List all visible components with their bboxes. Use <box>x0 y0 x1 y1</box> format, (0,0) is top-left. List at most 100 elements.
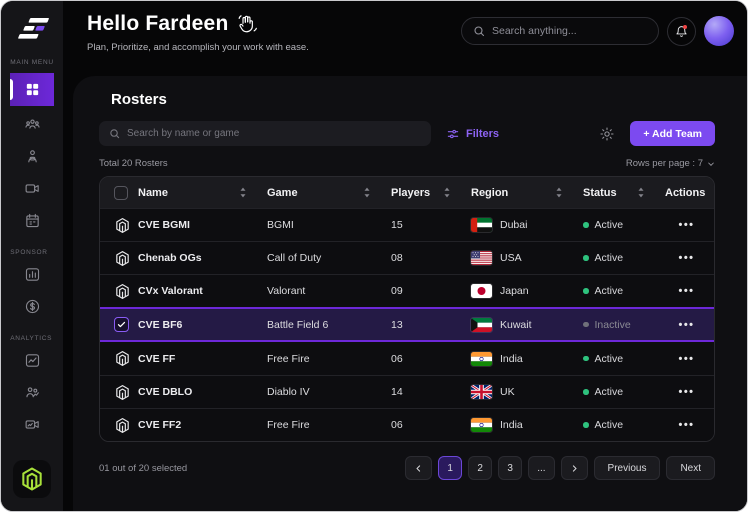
column-label: Region <box>471 186 509 199</box>
column-header-players[interactable]: Players <box>391 187 471 199</box>
column-header-name[interactable]: Name <box>138 187 267 199</box>
app-window: MAIN MENU SPONSOR ANALYTICS Hello Fardeen <box>0 0 748 512</box>
sidebar-item-media-analytics[interactable] <box>10 411 54 438</box>
teams-icon <box>24 116 41 133</box>
page-3[interactable]: 3 <box>498 456 523 480</box>
settings-button[interactable] <box>599 126 615 142</box>
next-button[interactable]: Next <box>666 456 715 480</box>
players-count: 06 <box>391 352 403 365</box>
game-name: BGMI <box>267 219 294 231</box>
table-row[interactable]: CVE FF2 Free Fire 06 India Active ••• <box>100 408 714 441</box>
global-search[interactable] <box>461 17 659 45</box>
row-actions-menu-icon[interactable]: ••• <box>678 285 694 297</box>
region-name: Dubai <box>500 219 528 231</box>
row-lead <box>114 217 138 234</box>
region-name: Japan <box>500 285 529 297</box>
wave-hand-icon <box>237 14 258 34</box>
gear-icon <box>599 126 615 142</box>
sort-icon[interactable] <box>637 187 645 198</box>
sidebar-item-sponsor-stats[interactable] <box>10 261 54 288</box>
team-shield-icon <box>114 250 138 267</box>
notifications-button[interactable] <box>667 16 696 46</box>
sidebar-item-players[interactable] <box>10 143 54 170</box>
table-row[interactable]: CVE BF6 Battle Field 6 13 Kuwait Inactiv… <box>100 307 714 342</box>
pagination: 1 2 3... Previous Next <box>405 456 715 480</box>
actions-cell: ••• <box>665 419 714 431</box>
row-actions-menu-icon[interactable]: ••• <box>678 252 694 264</box>
row-lead <box>114 417 138 434</box>
row-actions-menu-icon[interactable]: ••• <box>678 353 694 365</box>
region-cell: USA <box>471 251 583 265</box>
region-name: USA <box>500 252 522 264</box>
flag-icon-usa <box>471 251 492 265</box>
page-ellipsis[interactable]: ... <box>528 456 555 480</box>
page-next-arrow[interactable] <box>560 456 588 480</box>
table-row[interactable]: CVE FF Free Fire 06 India Active ••• <box>100 342 714 375</box>
team-name: CVE BGMI <box>138 219 267 231</box>
row-actions-menu-icon[interactable]: ••• <box>678 219 694 231</box>
sidebar-item-team-analytics[interactable] <box>10 379 54 406</box>
app-logo-icon[interactable] <box>14 14 50 44</box>
sidebar-item-earnings[interactable] <box>10 293 54 320</box>
region-name: Kuwait <box>500 318 532 331</box>
team-brand-tile[interactable] <box>13 460 51 498</box>
chevron-down-icon <box>707 160 715 168</box>
region-cell: UK <box>471 385 583 399</box>
sort-icon[interactable] <box>555 187 563 198</box>
chevron-left-icon <box>414 464 423 473</box>
sidebar-item-media[interactable] <box>10 175 54 202</box>
roster-search-input[interactable] <box>127 128 421 139</box>
global-search-input[interactable] <box>492 25 647 37</box>
sort-icon[interactable] <box>239 187 247 198</box>
actions-cell: ••• <box>665 219 714 231</box>
row-actions-menu-icon[interactable]: ••• <box>678 386 694 398</box>
sidebar-item-teams[interactable] <box>10 111 54 138</box>
players-count: 15 <box>391 219 403 231</box>
column-header-status[interactable]: Status <box>583 187 665 199</box>
bar-chart-icon <box>24 266 41 283</box>
status-badge: Active <box>583 285 665 297</box>
row-actions-menu-icon[interactable]: ••• <box>678 419 694 431</box>
column-header-game[interactable]: Game <box>267 187 391 199</box>
search-icon <box>473 25 485 37</box>
status-label: Active <box>594 252 624 264</box>
flag-icon-india <box>471 418 492 432</box>
region-cell: India <box>471 418 583 432</box>
greeting-block: Hello Fardeen Plan, Prioritize, and acco… <box>87 12 309 53</box>
sort-icon[interactable] <box>443 187 451 198</box>
status-dot <box>583 288 589 294</box>
sidebar-section-label: MAIN MENU <box>10 59 54 66</box>
page-1[interactable]: 1 <box>438 456 463 480</box>
team-name-text: Chenab OGs <box>138 252 202 264</box>
status-dot <box>583 255 589 261</box>
filters-button[interactable]: Filters <box>446 127 499 141</box>
table-row[interactable]: CVE BGMI BGMI 15 Dubai Active ••• <box>100 208 714 241</box>
table-row[interactable]: Chenab OGs Call of Duty 08 USA Active ••… <box>100 241 714 274</box>
sidebar-item-schedule[interactable] <box>10 207 54 234</box>
add-team-button[interactable]: + Add Team <box>630 121 715 146</box>
region-name: India <box>500 419 523 431</box>
status-dot <box>583 389 589 395</box>
page-2[interactable]: 2 <box>468 456 493 480</box>
previous-button[interactable]: Previous <box>593 456 661 480</box>
rosters-toolbar: Filters + Add Team <box>99 121 715 146</box>
status-label: Active <box>594 419 624 431</box>
row-lead <box>114 283 138 300</box>
team-shield-icon <box>114 217 138 234</box>
sidebar-item-dashboard[interactable] <box>10 73 54 106</box>
filters-sliders-icon <box>446 127 460 141</box>
sidebar-item-performance[interactable] <box>10 347 54 374</box>
rows-per-page-select[interactable]: Rows per page : 7 <box>626 158 715 169</box>
row-checkbox-checked[interactable] <box>114 317 129 332</box>
page-prev-arrow[interactable] <box>405 456 433 480</box>
top-header: Hello Fardeen Plan, Prioritize, and acco… <box>63 1 747 76</box>
select-all-checkbox[interactable] <box>114 185 128 200</box>
column-header-region[interactable]: Region <box>471 187 583 199</box>
avatar[interactable] <box>704 16 734 46</box>
table-row[interactable]: CVx Valorant Valorant 09 Japan Active ••… <box>100 274 714 307</box>
column-label: Actions <box>665 186 706 199</box>
sort-icon[interactable] <box>363 187 371 198</box>
roster-search[interactable] <box>99 121 431 146</box>
table-row[interactable]: CVE DBLO Diablo IV 14 UK Active ••• <box>100 375 714 408</box>
row-actions-menu-icon[interactable]: ••• <box>678 319 694 331</box>
